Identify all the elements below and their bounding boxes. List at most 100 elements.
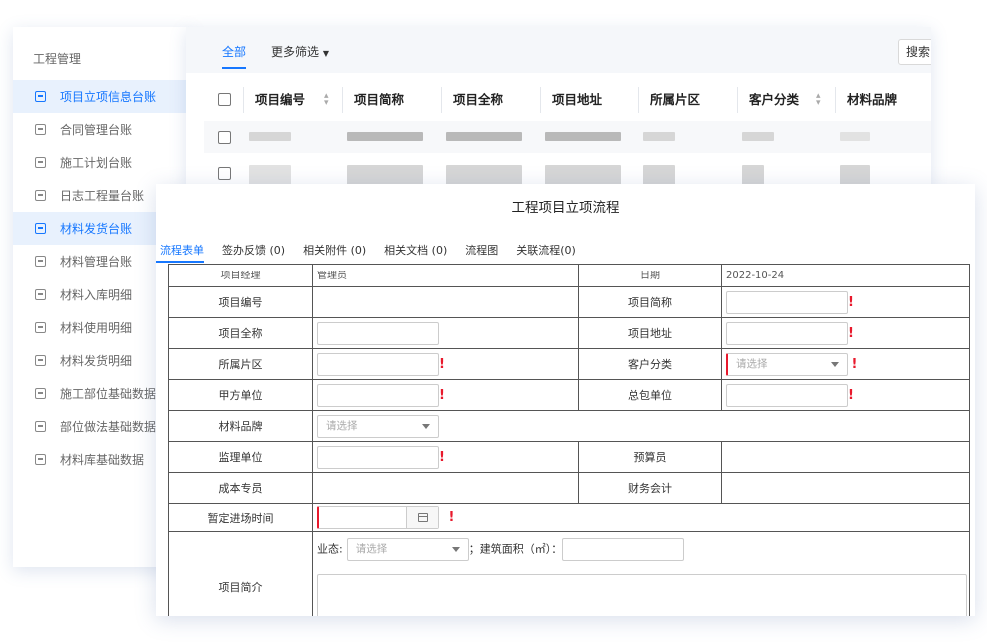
table-row[interactable] (204, 121, 931, 153)
column-header[interactable]: 客户分类 (749, 85, 799, 115)
sidebar-item-label: 部位做法基础数据 (60, 420, 157, 434)
workflow-tabs: 流程表单 签办反馈 (0) 相关附件 (0) 相关文档 (0) 流程图 关联流程(0) (160, 242, 594, 262)
sidebar-title: 工程管理 (33, 52, 82, 66)
column-header[interactable]: 所属片区 (650, 85, 700, 115)
blurred-cell (545, 165, 621, 185)
label-project-short: 项目简称 (578, 286, 722, 318)
workflow-dialog: 工程项目立项流程 流程表单 签办反馈 (0) 相关附件 (0) 相关文档 (0) 流程图… (156, 184, 975, 616)
sidebar-item-label: 材料入库明细 (60, 288, 133, 302)
blurred-cell (742, 132, 774, 141)
sidebar-item-label: 材料发货台账 (60, 222, 133, 236)
sidebar-item-label: 项目立项信息台账 (60, 90, 157, 104)
blurred-cell (249, 132, 291, 141)
column-header[interactable]: 项目地址 (552, 85, 602, 115)
label-project-full: 项目全称 (168, 317, 313, 349)
label-project-no: 项目编号 (168, 286, 313, 318)
required-mark: ! (848, 387, 854, 403)
document-icon (35, 355, 46, 366)
table-header: 项目编号 ▴ ▾ 项目简称 项目全称 项目地址 所属片区 客户分类 ▴ ▾ 材料品牌 (186, 85, 931, 115)
blurred-cell (840, 165, 870, 185)
sidebar-item-label: 日志工程量台账 (60, 189, 145, 203)
business-type-row: 业态: 请选择 ；建筑面积（㎡）： (317, 538, 685, 561)
entry-time-date-picker[interactable] (317, 506, 439, 529)
row-checkbox[interactable] (218, 131, 231, 144)
value-budgeter (721, 441, 970, 473)
intro-textarea[interactable] (317, 574, 967, 616)
caret-down-icon (831, 361, 839, 367)
document-icon (35, 256, 46, 267)
value-date: 2022-10-24 (721, 264, 970, 287)
region-input[interactable] (317, 352, 439, 376)
search-button[interactable]: 搜索 (898, 39, 931, 65)
label-customer-type: 客户分类 (578, 348, 722, 380)
building-area-input[interactable] (562, 538, 685, 561)
row-checkbox[interactable] (218, 167, 231, 180)
sidebar-item-label: 合同管理台账 (60, 123, 133, 137)
active-tab-indicator (222, 67, 246, 69)
blurred-cell (347, 165, 423, 185)
tab-workflow-form[interactable]: 流程表单 (160, 242, 204, 258)
document-icon (35, 388, 46, 399)
blurred-cell (840, 132, 870, 141)
project-full-input[interactable] (317, 321, 439, 345)
value-project-no (312, 286, 579, 318)
label-building-area: ；建筑面积（㎡）： (468, 542, 563, 556)
label-party-a: 甲方单位 (168, 379, 313, 411)
customer-type-select[interactable]: 请选择 (726, 352, 848, 376)
blurred-cell (742, 165, 764, 185)
label-region: 所属片区 (168, 348, 313, 380)
document-icon (35, 157, 46, 168)
label-budgeter: 预算员 (578, 441, 722, 473)
blurred-cell (446, 165, 522, 185)
sidebar-item-label: 施工部位基础数据 (60, 387, 157, 401)
label-supervisor: 监理单位 (168, 441, 313, 473)
column-header[interactable]: 项目编号 (255, 85, 305, 115)
select-placeholder: 请选择 (736, 357, 768, 370)
sidebar-item-label: 材料发货明细 (60, 354, 133, 368)
calendar-button[interactable] (406, 507, 438, 528)
material-brand-select[interactable]: 请选择 (317, 414, 439, 438)
document-icon (35, 124, 46, 135)
document-icon (35, 289, 46, 300)
sidebar-item-construction-plan[interactable]: 施工计划台账 (13, 146, 191, 179)
tab-feedback[interactable]: 签办反馈 (0) (222, 242, 285, 258)
tab-flowchart[interactable]: 流程图 (465, 242, 498, 258)
active-tab-indicator (156, 261, 204, 263)
caret-down-icon (422, 423, 430, 429)
caret-down-icon: ▼ (322, 49, 329, 58)
blurred-cell (643, 165, 675, 185)
tab-more-filters[interactable]: 更多筛选 ▼ (271, 43, 329, 60)
tab-documents[interactable]: 相关文档 (0) (384, 242, 447, 258)
supervisor-input[interactable] (317, 445, 439, 469)
sidebar-item-contract[interactable]: 合同管理台账 (13, 113, 191, 146)
sort-icon[interactable]: ▴ ▾ (816, 92, 821, 108)
sidebar-item-label: 材料使用明细 (60, 321, 133, 335)
column-header[interactable]: 项目全称 (453, 85, 503, 115)
label-date: 日期 (578, 264, 722, 287)
sidebar-item-project-info[interactable]: 项目立项信息台账 (13, 80, 191, 113)
column-header[interactable]: 项目简称 (354, 85, 404, 115)
label-general-contractor: 总包单位 (578, 379, 722, 411)
required-mark: ! (439, 387, 445, 403)
tab-all[interactable]: 全部 (222, 43, 246, 60)
project-short-input[interactable] (726, 290, 848, 314)
required-mark: ! (848, 325, 854, 341)
sort-icon[interactable]: ▴ ▾ (324, 92, 329, 108)
project-address-input[interactable] (726, 321, 848, 345)
business-type-select[interactable]: 请选择 (346, 538, 469, 561)
required-mark: ! (439, 356, 445, 372)
calendar-icon (418, 513, 428, 522)
label-intro: 项目简介 (168, 531, 313, 616)
tab-related-workflows[interactable]: 关联流程(0) (516, 242, 576, 258)
label-cost-specialist: 成本专员 (168, 472, 313, 504)
tab-attachments[interactable]: 相关附件 (0) (303, 242, 366, 258)
general-contractor-input[interactable] (726, 383, 848, 407)
table-row[interactable] (204, 157, 931, 187)
label-business-type: 业态: (317, 542, 343, 556)
party-a-input[interactable] (317, 383, 439, 407)
blurred-cell (446, 132, 522, 141)
sidebar-item-label: 材料库基础数据 (60, 453, 145, 467)
label-project-address: 项目地址 (578, 317, 722, 349)
column-header[interactable]: 材料品牌 (847, 85, 897, 115)
label-finance: 财务会计 (578, 472, 722, 504)
